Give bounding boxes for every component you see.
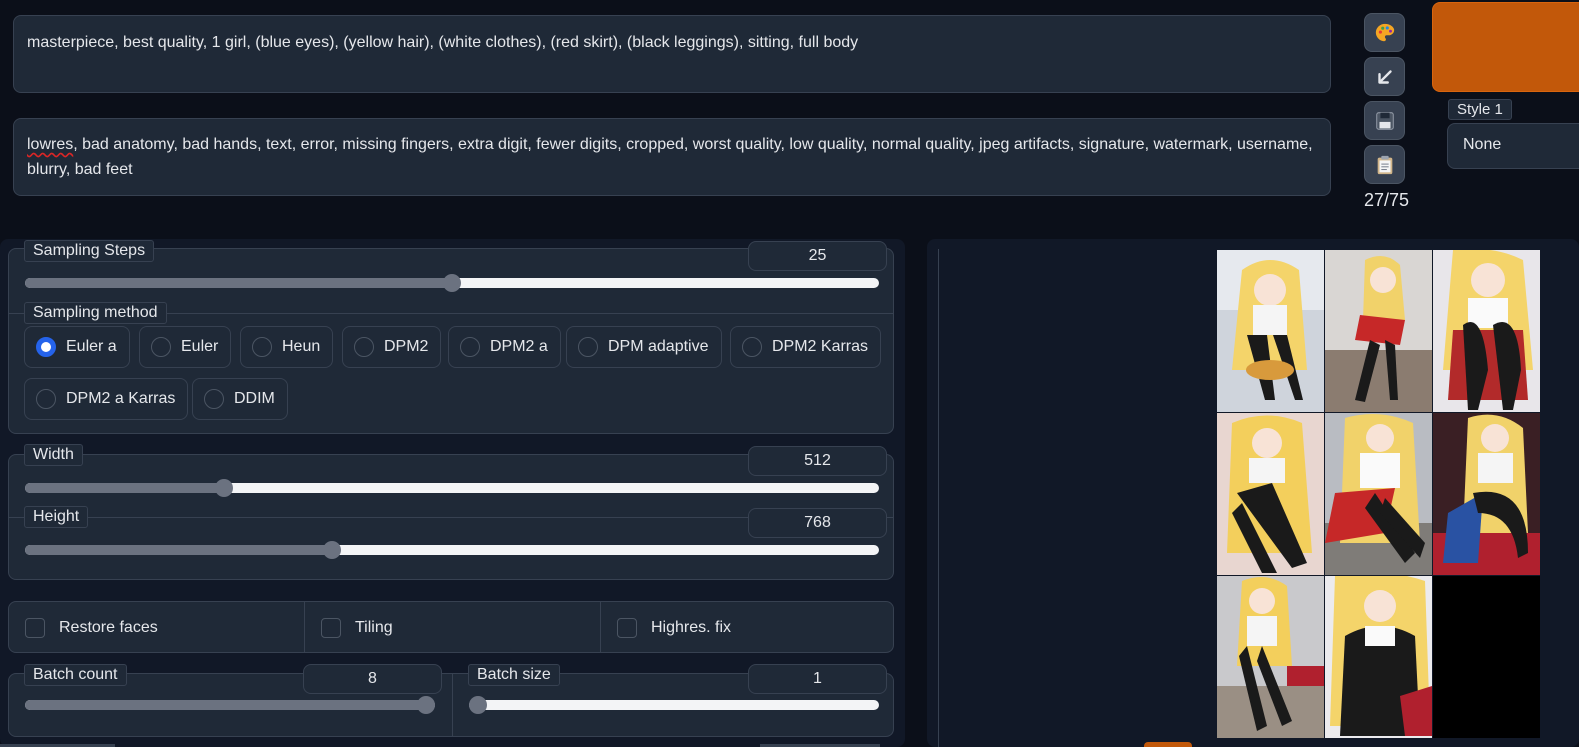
sampler-dpm2-karras[interactable]: DPM2 Karras — [730, 326, 882, 368]
sampler-label: DPM2 — [384, 338, 429, 355]
arrow-down-left-icon — [1377, 69, 1392, 84]
sampler-label: Euler — [181, 338, 219, 355]
generated-image-2[interactable] — [1325, 250, 1432, 412]
batch-size-thumb[interactable] — [469, 696, 487, 714]
radio-icon — [151, 337, 171, 357]
batch-count-label: Batch count — [24, 664, 127, 686]
generated-image-5[interactable] — [1325, 413, 1432, 575]
generated-image-7[interactable] — [1217, 576, 1324, 738]
radio-icon — [36, 389, 56, 409]
sampler-dpm2[interactable]: DPM2 — [342, 326, 442, 368]
generated-image-8[interactable] — [1325, 576, 1432, 738]
batch-size-slider[interactable] — [469, 696, 879, 714]
token-counter: 27/75 — [1364, 190, 1410, 210]
generate-button[interactable] — [1432, 2, 1579, 92]
sampler-label: Heun — [282, 338, 321, 355]
style-select-value: None — [1463, 136, 1502, 153]
radio-icon — [460, 337, 480, 357]
radio-icon — [204, 389, 224, 409]
height-input[interactable]: 768 — [748, 508, 887, 538]
empty-grid-cell — [1433, 576, 1540, 738]
tiling-label: Tiling — [355, 619, 393, 636]
sampler-euler[interactable]: Euler — [139, 326, 232, 368]
restore-faces-label: Restore faces — [59, 619, 158, 636]
width-fill — [25, 483, 224, 493]
height-label: Height — [24, 506, 89, 528]
style-label: Style 1 — [1448, 99, 1512, 120]
palette-button[interactable] — [1364, 13, 1405, 52]
sampling-method-label: Sampling method — [24, 302, 167, 324]
tiling-checkbox[interactable]: Tiling — [305, 603, 393, 653]
restore-faces-checkbox[interactable]: Restore faces — [9, 603, 158, 653]
batch-count-fill — [25, 700, 435, 710]
generated-image-1[interactable] — [1217, 250, 1324, 412]
checkbox-icon — [25, 618, 45, 638]
height-thumb[interactable] — [322, 541, 341, 559]
sampler-dpm2-a[interactable]: DPM2 a — [448, 326, 561, 368]
sampler-ddim[interactable]: DDIM — [192, 378, 288, 420]
positive-prompt-input[interactable]: masterpiece, best quality, 1 girl, (blue… — [13, 15, 1331, 93]
batch-size-input[interactable]: 1 — [748, 664, 887, 694]
image-grid[interactable] — [1217, 250, 1540, 738]
apply-style-button[interactable] — [1364, 145, 1405, 184]
gallery-divider — [938, 249, 939, 747]
height-fill — [25, 545, 332, 555]
read-params-button[interactable] — [1364, 57, 1405, 96]
sampler-heun[interactable]: Heun — [240, 326, 334, 368]
sampler-label: DPM2 a — [490, 338, 548, 355]
batch-size-label: Batch size — [468, 664, 560, 686]
highres-fix-label: Highres. fix — [651, 619, 732, 636]
width-slider[interactable] — [25, 479, 879, 497]
negative-prompt-text: , bad anatomy, bad hands, text, error, m… — [27, 136, 1313, 178]
radio-selected-icon — [36, 337, 56, 357]
gallery-tab-indicator — [1144, 742, 1192, 747]
sampling-steps-fill — [25, 278, 452, 288]
sampling-steps-thumb[interactable] — [443, 274, 461, 292]
checkbox-icon — [321, 618, 341, 638]
sampler-euler-a[interactable]: Euler a — [24, 326, 130, 368]
save-style-button[interactable] — [1364, 101, 1405, 140]
positive-prompt-text: masterpiece, best quality, 1 girl, (blue… — [27, 34, 859, 51]
sampler-label: DDIM — [234, 390, 275, 407]
sampler-label: Euler a — [66, 338, 117, 355]
radio-icon — [354, 337, 374, 357]
batch-count-slider[interactable] — [25, 696, 435, 714]
divider — [452, 674, 453, 736]
generated-image-3[interactable] — [1433, 250, 1540, 412]
batch-count-input[interactable]: 8 — [303, 664, 442, 694]
sampler-label: DPM adaptive — [608, 338, 709, 355]
width-label: Width — [24, 444, 83, 466]
negative-prompt-first-word: lowres — [27, 136, 74, 153]
sampler-dpm2-a-karras[interactable]: DPM2 a Karras — [24, 378, 189, 420]
sampling-steps-input[interactable]: 25 — [748, 241, 887, 271]
radio-icon — [742, 337, 762, 357]
palette-icon — [1375, 23, 1394, 41]
save-icon — [1375, 111, 1394, 130]
generated-image-4[interactable] — [1217, 413, 1324, 575]
style-select[interactable]: None — [1447, 123, 1579, 169]
sampling-steps-label: Sampling Steps — [24, 240, 155, 262]
generated-image-6[interactable] — [1433, 413, 1540, 575]
sampler-label: DPM2 a Karras — [66, 390, 176, 407]
sampler-label: DPM2 Karras — [772, 338, 869, 355]
batch-count-thumb[interactable] — [417, 696, 435, 714]
width-input[interactable]: 512 — [748, 446, 887, 476]
clipboard-icon — [1377, 155, 1392, 174]
negative-prompt-input[interactable]: lowres, bad anatomy, bad hands, text, er… — [13, 118, 1331, 196]
width-thumb[interactable] — [214, 479, 233, 497]
radio-icon — [578, 337, 598, 357]
highres-fix-checkbox[interactable]: Highres. fix — [601, 603, 731, 653]
height-slider[interactable] — [25, 541, 879, 559]
sampling-steps-slider[interactable] — [25, 274, 879, 292]
checkbox-icon — [617, 618, 637, 638]
radio-icon — [252, 337, 272, 357]
sampler-dpm-adaptive[interactable]: DPM adaptive — [566, 326, 722, 368]
